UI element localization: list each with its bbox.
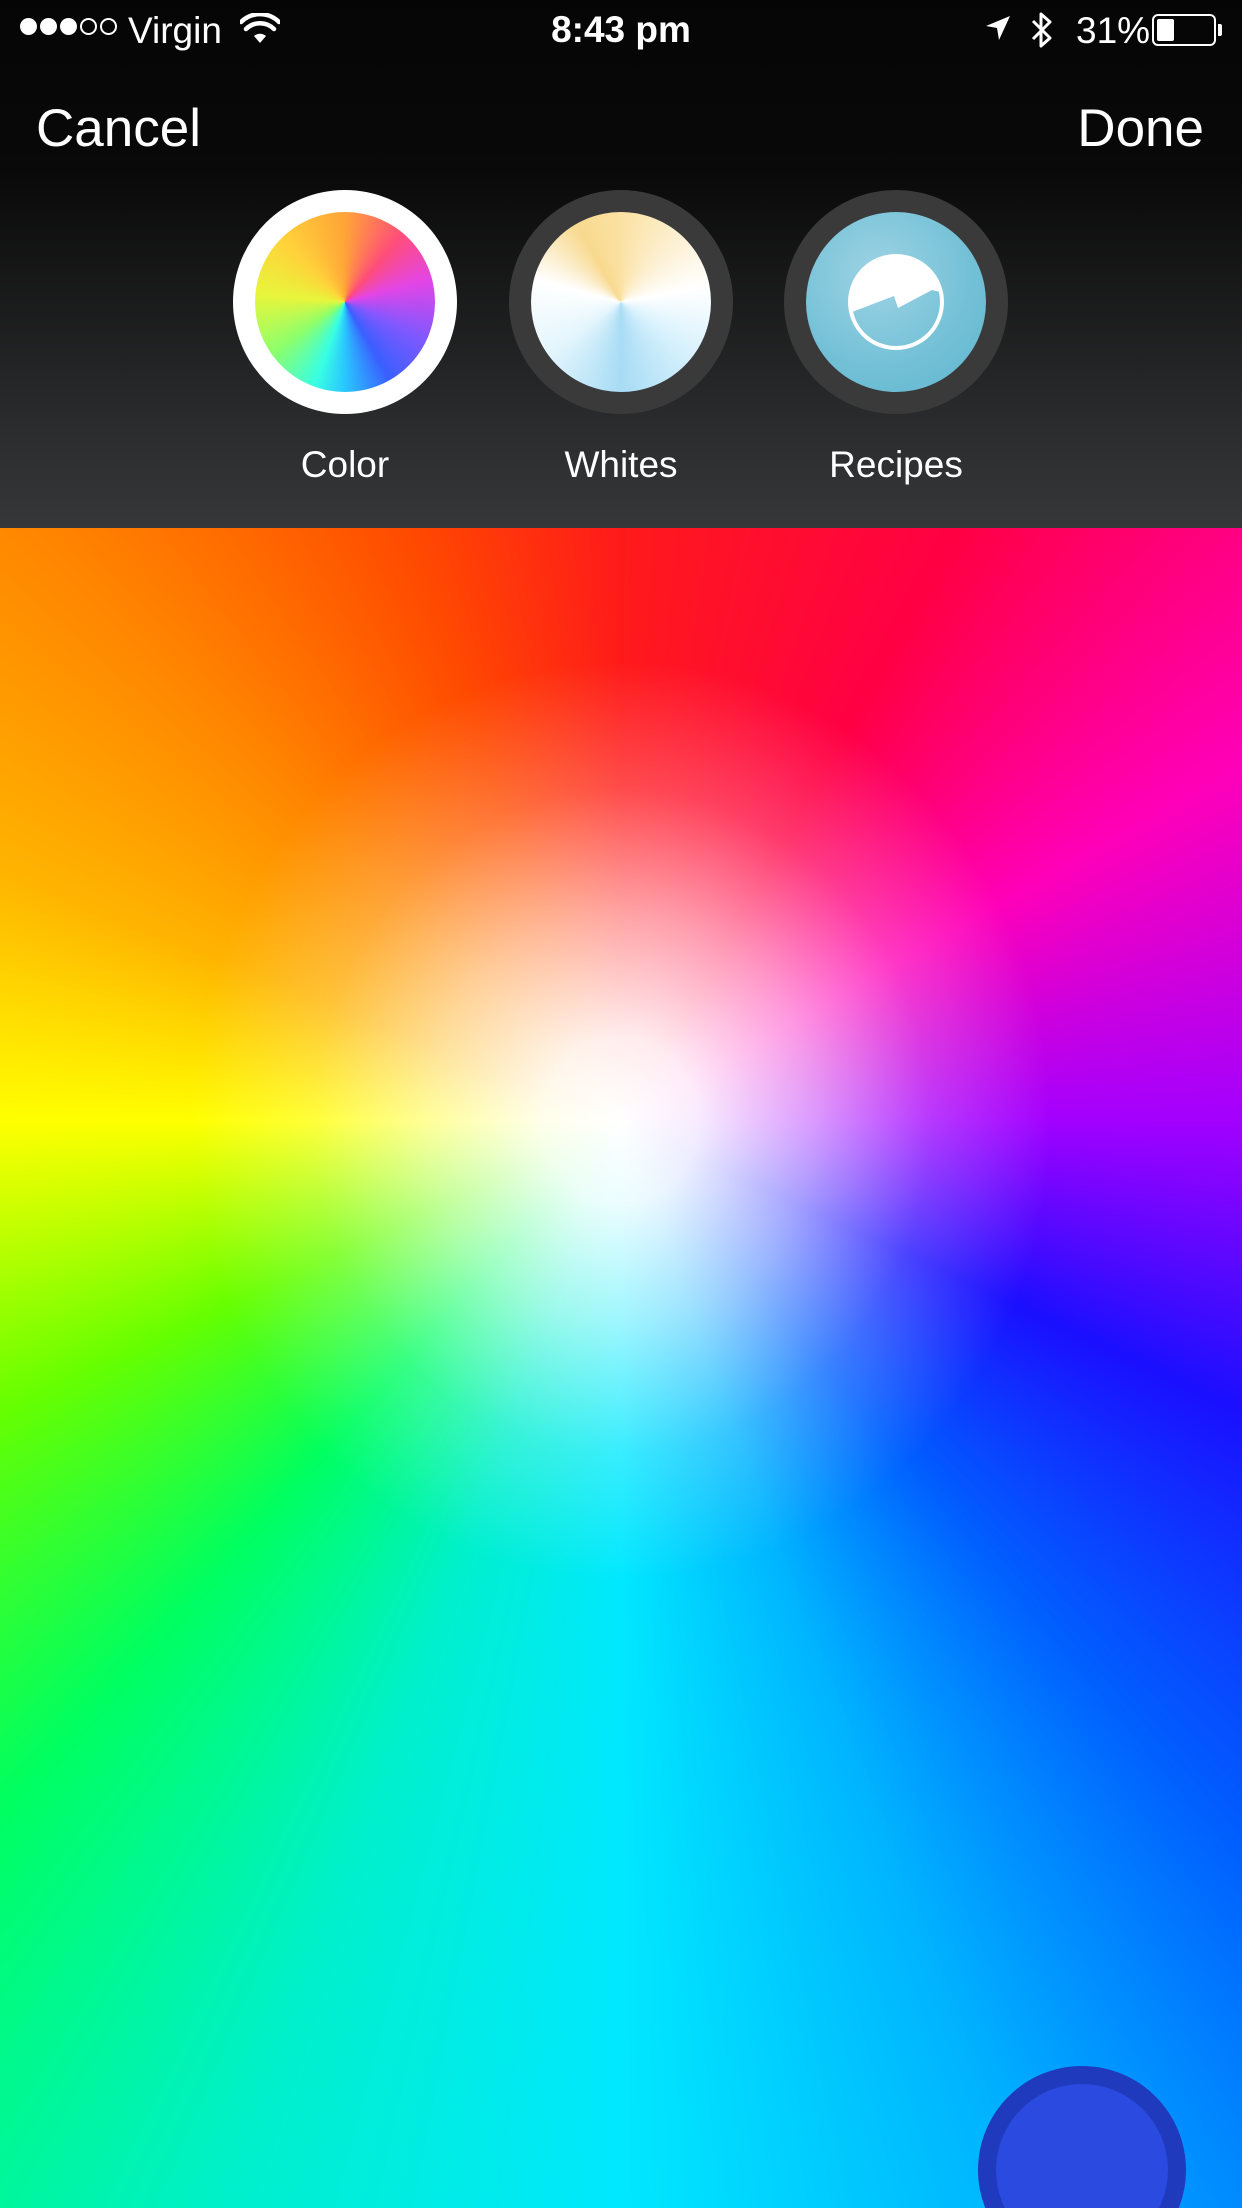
whites-wheel-icon	[531, 212, 711, 392]
color-wheel-icon	[255, 212, 435, 392]
battery-tip	[1218, 24, 1222, 36]
done-button[interactable]: Done	[1077, 98, 1204, 159]
battery-percentage: 31%	[1076, 10, 1151, 51]
mode-recipes-label: Recipes	[829, 444, 963, 485]
battery-icon	[1152, 14, 1216, 46]
mode-ring	[509, 190, 733, 414]
mode-color-button[interactable]: Color	[220, 190, 470, 486]
status-bar: Virgin 8:43 pm 31%	[0, 0, 1242, 62]
header-panel: Virgin 8:43 pm 31% Cancel Done Color Whi…	[0, 0, 1242, 528]
location-arrow-icon	[986, 16, 1010, 40]
status-time: 8:43 pm	[551, 9, 691, 50]
cancel-button[interactable]: Cancel	[36, 98, 201, 159]
mode-whites-label: Whites	[564, 444, 678, 485]
recipes-glyph-icon	[848, 254, 944, 350]
battery-level	[1157, 19, 1174, 41]
mode-ring	[233, 190, 457, 414]
white-center-gradient	[0, 528, 1242, 2208]
bluetooth-icon	[1031, 12, 1052, 48]
mode-whites-button[interactable]: Whites	[496, 190, 746, 486]
recipes-icon	[806, 212, 986, 392]
mode-recipes-button[interactable]: Recipes	[771, 190, 1021, 486]
color-picker-area[interactable]	[0, 528, 1242, 2208]
mode-ring	[784, 190, 1008, 414]
mode-color-label: Color	[300, 444, 390, 485]
